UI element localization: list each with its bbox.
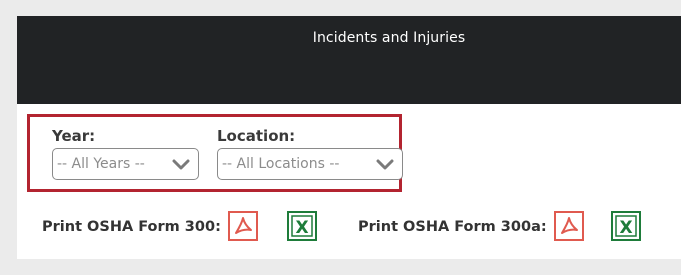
form-300a-excel-button[interactable]: X (611, 211, 641, 241)
incidents-panel: Incidents and Injuries Year: -- All Year… (17, 16, 681, 259)
year-label: Year: (52, 127, 96, 145)
pdf-icon (228, 211, 258, 241)
excel-icon: X (287, 211, 317, 241)
pdf-icon (554, 211, 584, 241)
location-select[interactable]: -- All Locations -- (217, 148, 403, 180)
chevron-down-icon (376, 159, 394, 170)
excel-letter: X (295, 218, 308, 238)
page-title: Incidents and Injuries (312, 30, 466, 46)
page-root: Incidents and Injuries Year: -- All Year… (0, 0, 681, 275)
chevron-down-icon (172, 159, 190, 170)
header-bar: Incidents and Injuries (17, 16, 681, 104)
filter-highlight-box: Year: -- All Years -- Location: -- All L… (27, 114, 403, 192)
year-select-value: -- All Years -- (57, 156, 145, 172)
form-300-pdf-button[interactable] (228, 211, 258, 241)
excel-icon: X (611, 211, 641, 241)
form-300a-pdf-button[interactable] (554, 211, 584, 241)
excel-letter: X (619, 218, 632, 238)
print-form-300-label: Print OSHA Form 300: (42, 219, 221, 235)
year-select[interactable]: -- All Years -- (52, 148, 199, 180)
location-select-value: -- All Locations -- (222, 156, 340, 172)
form-300-excel-button[interactable]: X (287, 211, 317, 241)
location-label: Location: (217, 127, 296, 145)
print-form-300a-label: Print OSHA Form 300a: (358, 219, 547, 235)
